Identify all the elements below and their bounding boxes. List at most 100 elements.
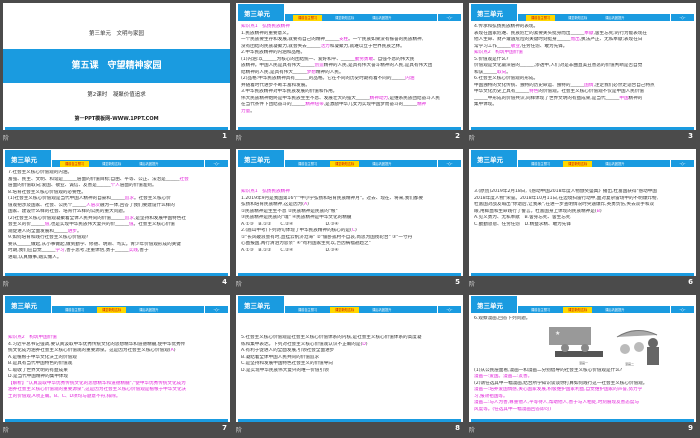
slide-cell: 第三单元 课前自主预习 课堂新知达标 课后巩固提升 -◇- 知识点2 构筑中国价值 4.习近…: [0, 292, 233, 438]
text-segment: C.是坚持和发展中国特色社会主义的价值导向: [241, 361, 333, 366]
tab-3[interactable]: 课后巩固提升: [600, 15, 629, 21]
tab-1[interactable]: 课前自主预习: [293, 14, 323, 21]
slide-number: 9: [688, 424, 693, 432]
tab-3[interactable]: 课后巩固提升: [367, 161, 396, 167]
tab-1[interactable]: 课前自主预习: [526, 161, 555, 167]
tab-1[interactable]: 课前自主预习: [293, 161, 322, 167]
text-segment: ______中形成的价值共识,同样体现了世界文明的有益成果,是当代______: [474, 95, 620, 101]
slide-cell: 第三单元 课前自主预习 课堂新知达标 课后巩固提升 -◇- 3.(原创)2019年2月18…: [466, 146, 699, 292]
text-line: 土的价值观,A项正确。B、C、D项均与题意不符,排除。: [8, 394, 225, 401]
answer-text: 内涵: [405, 76, 415, 81]
answer-text: 力量: [241, 108, 251, 114]
slide-cell: 第三单元 课前自主预习 课堂新知达标 课后巩固提升 -◇- 知识点1 弘扬民族精神 1.20…: [233, 146, 466, 292]
tab-bar: 课前自主预习 课堂新知达标 课后巩固提升: [52, 306, 228, 313]
text-segment: 的价值观。社会主义核心价值观不仅是中国人民价值: [538, 89, 645, 94]
text-segment: 族精神。中国人民是具有伟大______: [241, 63, 315, 68]
answer-text: 而出: [570, 37, 580, 42]
nav-diamond-icon[interactable]: -◇-: [437, 306, 461, 313]
lesson-title: 第五课 守望精神家园: [3, 49, 230, 83]
slide-content: 7.社会主义核心价值观的内涵。 富强、民主、文明、和谐是______层面的价值目标…: [8, 170, 225, 261]
answer-text: 精神动力: [369, 95, 389, 101]
tab-1[interactable]: 课前自主预习: [526, 307, 555, 313]
tab-3[interactable]: 课后巩固提升: [367, 15, 396, 21]
text-segment: 眼,用鲜血和生命践行了誓言。杜富国身上体现的民族精神是(: [474, 208, 597, 214]
unit-label: 第三单元: [238, 4, 284, 21]
text-segment: 和该______: [474, 69, 497, 75]
tab-2[interactable]: 课堂新知达标: [330, 15, 359, 21]
answer-text: 个人: [110, 183, 120, 188]
text-segment: 伟大民族精神始终是中华民族生生不息、发展壮大的强大______: [241, 95, 370, 101]
tab-3[interactable]: 课后巩固提升: [367, 307, 396, 313]
tab-2[interactable]: 课堂新知达标: [563, 306, 593, 313]
nav-diamond-icon[interactable]: -◇-: [670, 160, 694, 167]
text-segment: 6.观察漫画,回答下列问题。: [474, 316, 531, 321]
text-segment: ①民族精神是生生不息 ②民族精神是民族的"根": [241, 208, 338, 214]
slide-thumbnail[interactable]: 第三单元 课前自主预习 课堂新知达标 课后巩固提升 -◇- 4.传承和弘扬民族精神的表现。…: [469, 3, 696, 130]
text-segment: 精神的人民,是具有伟大奋斗精神的人民,是具有伟大团: [323, 63, 433, 68]
unit-label: 第三单元: [238, 150, 284, 167]
slide-thumbnail[interactable]: 第三单元 课前自主预习 课堂新知达标 课后巩固提升 -◇- 5.社会主义核心价值观是社会主…: [236, 295, 463, 422]
transition-marker: 阶: [3, 427, 10, 434]
answer-text: 支柱: [338, 37, 349, 42]
text-segment: 富强、民主、文明、和谐是______层面的价值目标;自由、平等、公正、法治是__…: [8, 176, 180, 182]
text-segment: 2018年度人物"荣誉。2018年10月11日,在边境扫雷行动中,面对复杂雷场中…: [474, 195, 658, 201]
tab-3[interactable]: 课后巩固提升: [134, 161, 163, 167]
answer-text: 精神纽带: [305, 102, 324, 107]
nav-diamond-icon[interactable]: -◇-: [670, 14, 694, 21]
tab-1[interactable]: 课前自主预习: [526, 14, 556, 21]
nav-diamond-icon[interactable]: -◇-: [437, 160, 461, 167]
text-segment: A.有利于促进人的全面发展,引领社会全面进步: [241, 348, 335, 353]
slide-thumbnail[interactable]: 第三单元 课前自主预习 课堂新知达标 课后巩固提升 -◇- 知识点1 弘扬民族精神 1.20…: [236, 149, 463, 276]
nav-diamond-icon[interactable]: -◇-: [204, 306, 228, 313]
text-segment: 8.培育社会主义核心价值观的必要性。: [8, 189, 86, 195]
header-strip: [51, 150, 228, 160]
tab-3[interactable]: 课后巩固提升: [600, 307, 629, 313]
answer-text: 土的价值观,A项正确。B、C、D项均与题意不符,排除。: [8, 393, 121, 399]
text-segment: ,善于思考,注重体悟,勇于______: [64, 248, 129, 253]
slide-thumbnail[interactable]: 第三单元课前自主预习 课堂新知达标 课后巩固提升 -◇- 知识点1 弘扬民族精神 1.民族…: [236, 3, 463, 130]
slide-number: 6: [688, 278, 693, 286]
slide-cell: 第三单元 课前自主预习 课堂新知达标 课后巩固提升 -◇- ★ 漫画一 漫画二 6.观察漫画,回…: [466, 292, 699, 438]
text-segment: (2)品格:中华民族精神具有______的品格。它在不同的历史时期有着不同的__…: [241, 76, 406, 81]
text-segment: 观促进人的全面发展和______: [8, 228, 68, 234]
tab-3[interactable]: 课后巩固提升: [600, 161, 629, 167]
text-segment: 结精神的人民,是具有伟大______: [241, 69, 307, 75]
text-segment: A.见义勇为、无私奉献 B.舍身忘死、舍生忘死: [474, 215, 571, 220]
tab-2[interactable]: 课堂新知达标: [330, 306, 360, 313]
slide-thumbnail[interactable]: 第三单元 文明与家园 第五课 守望精神家园 第2课时 凝聚价值追求 第一PPT模板网-…: [3, 3, 230, 130]
tab-1[interactable]: 课前自主预习: [293, 307, 322, 313]
tab-1[interactable]: 课前自主预习: [60, 307, 89, 313]
slide-number: 4: [222, 278, 227, 286]
slide-thumbnail[interactable]: 第三单元 课前自主预习 课堂新知达标 课后巩固提升 -◇- ★ 漫画一 漫画二 6.观察漫画,回…: [469, 295, 696, 422]
tab-2[interactable]: 课堂新知达标: [330, 160, 360, 167]
bottom-bar: [5, 273, 228, 276]
slide-cell: 第三单元 课前自主预习 课堂新知达标 课后巩固提升 -◇- 4.传承和弘扬民族精神的表现。…: [466, 0, 699, 146]
text-segment: (1)内涵:以______为核心的团结统一、爱好和平、______: [241, 56, 355, 62]
lesson-subtitle: 第2课时 凝聚价值追求: [87, 92, 146, 98]
text-line: 风度等。(任选其中一幅漫画回答即可): [474, 407, 691, 414]
nav-diamond-icon[interactable]: -◇-: [437, 14, 461, 21]
nav-diamond-icon[interactable]: -◇-: [204, 160, 228, 167]
tab-1[interactable]: 课前自主预习: [60, 160, 90, 167]
slide-number: 7: [222, 424, 227, 432]
text-segment: 。: [506, 69, 511, 75]
tab-2[interactable]: 课堂新知达标: [97, 306, 127, 313]
text-segment: B.是具有当代中国特色的价值观: [8, 361, 73, 366]
text-segment: A.①③ B.①② C.②④ D.③④: [241, 247, 339, 253]
nav-diamond-icon[interactable]: -◇-: [670, 306, 694, 313]
text-segment: 层面的价值取向;爱国、敬业、诚信、友善是______: [8, 183, 111, 188]
tab-3[interactable]: 课后巩固提升: [134, 307, 163, 313]
slide-cell: 第三单元 文明与家园 第五课 守望精神家园 第2课时 凝聚价值追求 第一PPT模板网-…: [0, 0, 233, 146]
slide-thumbnail[interactable]: 第三单元 课前自主预习 课堂新知达标 课后巩固提升 -◇- 3.(原创)2019年2月18…: [469, 149, 696, 276]
slide-thumbnail[interactable]: 第三单元 课前自主预习 课堂新知达标 课后巩固提升 -◇- 知识点2 构筑中国价值 4.习近…: [3, 295, 230, 422]
text-segment: ①"长风破浪会有时,直挂云帆济沧海" ②"僵卧孤村不自哀,尚思为国戍轮台" ③"…: [241, 234, 413, 240]
text-segment: ③民族精神是民族的"魂" ④民族精神是中华文化的精髓: [241, 215, 352, 220]
slide-number: 5: [455, 278, 460, 286]
slide-content: 知识点1 弘扬民族精神 1.民族精神的重要意义。 一个民族要生存和发展,就要有自己的…: [241, 24, 458, 115]
tab-2[interactable]: 课堂新知达标: [563, 160, 593, 167]
text-segment: 5.价值观是什么?: [474, 56, 509, 62]
tab-2[interactable]: 课堂新知达标: [563, 15, 592, 21]
text-segment: ,注定我们必然走适合自己特点: [593, 82, 655, 88]
tab-2[interactable]: 课堂新知达标: [97, 161, 126, 167]
slide-thumbnail[interactable]: 第三单元 课前自主预习 课堂新知达标 课后巩固提升 -◇- 7.社会主义核心价值观的内涵。…: [3, 149, 230, 276]
